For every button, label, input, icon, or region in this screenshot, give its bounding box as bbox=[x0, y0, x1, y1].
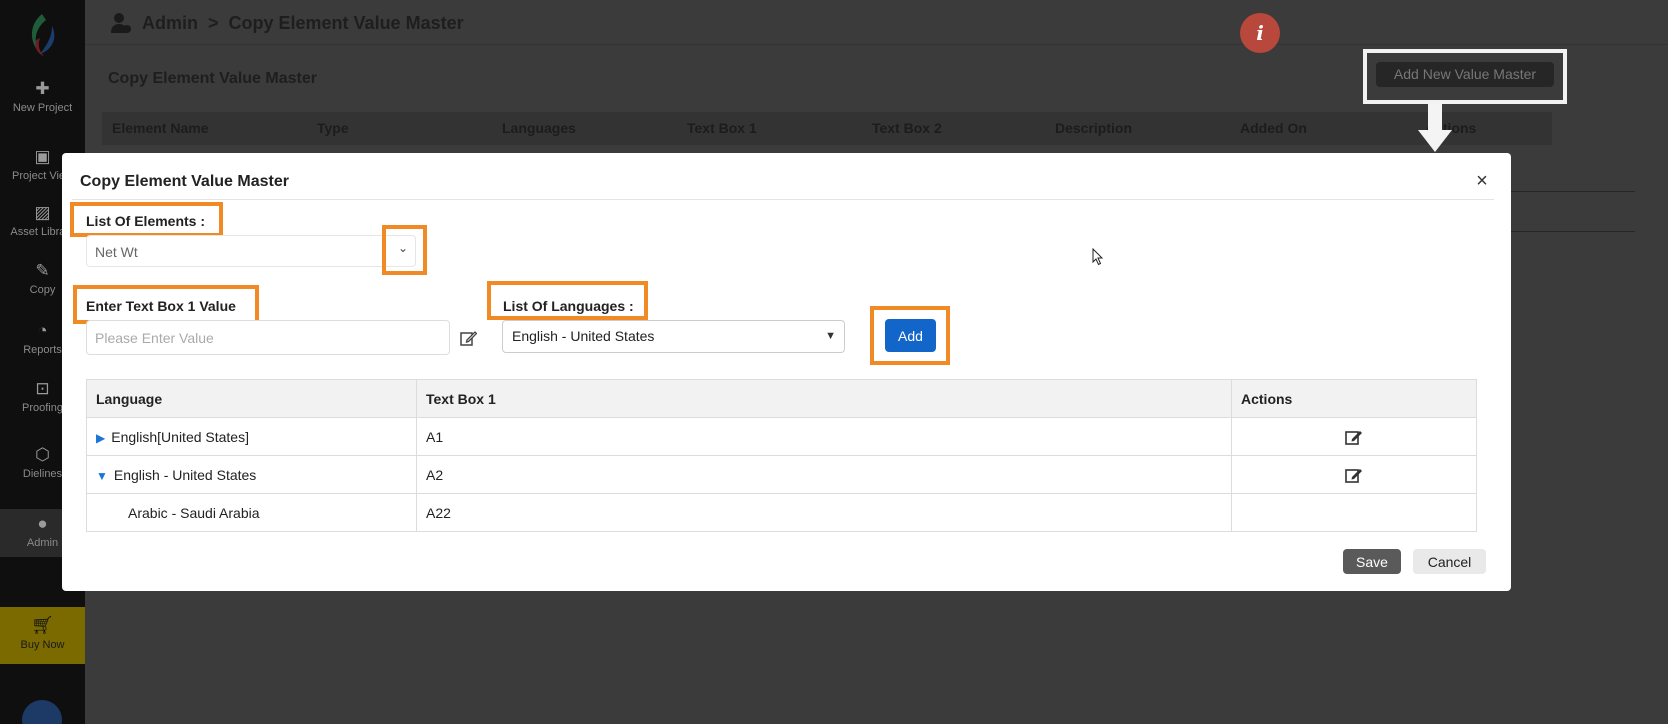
project-view-icon: ▣ bbox=[34, 147, 51, 166]
language-name: English - United States bbox=[113, 466, 257, 483]
row-divider bbox=[1505, 231, 1635, 232]
edit-icon[interactable] bbox=[459, 329, 477, 347]
header-divider bbox=[85, 44, 1668, 45]
actions-cell bbox=[1231, 455, 1477, 494]
column-header: Languages bbox=[502, 120, 576, 136]
actions-cell bbox=[1231, 493, 1477, 532]
mouse-cursor-icon bbox=[1092, 248, 1104, 266]
column-header: Text Box 2 bbox=[872, 120, 942, 136]
column-header-language: Language bbox=[86, 379, 417, 418]
languages-select-value: English - United States bbox=[512, 328, 655, 344]
languages-label: List Of Languages : bbox=[503, 298, 634, 314]
breadcrumb: Admin > Copy Element Value Master bbox=[110, 11, 464, 35]
sidebar-item-label: Reports bbox=[23, 344, 62, 356]
proofing-icon: ⊡ bbox=[35, 379, 50, 398]
column-header: Type bbox=[317, 120, 349, 136]
languages-select[interactable]: English - United States ▼ bbox=[502, 320, 845, 353]
language-values-table: Language Text Box 1 Actions ▶ English[Uni… bbox=[86, 379, 1477, 532]
elements-select[interactable]: Net Wt bbox=[86, 235, 416, 267]
actions-cell bbox=[1231, 417, 1477, 456]
cart-icon: 🛒︎ bbox=[31, 615, 54, 635]
sidebar-item-label: Proofing bbox=[22, 402, 63, 414]
column-header: Text Box 1 bbox=[687, 120, 757, 136]
chevron-down-icon[interactable]: ⌄ bbox=[398, 241, 408, 255]
language-cell: Arabic - Saudi Arabia bbox=[86, 493, 417, 532]
edit-icon: ✎ bbox=[35, 261, 50, 280]
value-cell: A22 bbox=[416, 493, 1232, 532]
pie-chart-icon: ◔ bbox=[37, 321, 48, 340]
elements-label: List Of Elements : bbox=[86, 213, 206, 229]
master-table-header: Element Name Type Languages Text Box 1 T… bbox=[102, 112, 1552, 145]
admin-icon bbox=[111, 13, 131, 33]
add-button[interactable]: Add bbox=[885, 319, 936, 352]
breadcrumb-separator: > bbox=[208, 12, 219, 33]
language-cell: ▶ English[United States] bbox=[86, 417, 417, 456]
column-header-textbox1: Text Box 1 bbox=[416, 379, 1232, 418]
save-button[interactable]: Save bbox=[1343, 549, 1401, 574]
table-header-row: Language Text Box 1 Actions bbox=[86, 379, 1477, 418]
sidebar-item-new-project[interactable]: ✚ New Project bbox=[0, 79, 85, 115]
expand-icon[interactable]: ▶ bbox=[96, 431, 105, 445]
sidebar-item-label: Admin bbox=[26, 537, 59, 549]
cancel-button[interactable]: Cancel bbox=[1413, 549, 1486, 574]
info-icon[interactable]: i bbox=[1240, 13, 1280, 53]
edit-icon[interactable] bbox=[1344, 466, 1364, 484]
value-cell: A1 bbox=[416, 417, 1232, 456]
sidebar-item-label: Dielines bbox=[22, 468, 63, 480]
modal-divider bbox=[72, 199, 1494, 200]
sidebar-item-label: Copy bbox=[29, 284, 56, 296]
table-row: ▼ English - United States A2 bbox=[86, 455, 1477, 494]
row-divider bbox=[1505, 191, 1635, 192]
breadcrumb-root[interactable]: Admin bbox=[142, 13, 198, 34]
modal-title: Copy Element Value Master bbox=[80, 173, 289, 190]
column-header: Description bbox=[1055, 120, 1133, 136]
textbox-label: Enter Text Box 1 Value bbox=[86, 298, 236, 314]
table-row: Arabic - Saudi Arabia A22 bbox=[86, 493, 1477, 532]
app-logo[interactable] bbox=[22, 10, 62, 60]
elements-select-value: Net Wt bbox=[95, 244, 138, 260]
chevron-down-icon: ▼ bbox=[825, 330, 836, 342]
edit-icon[interactable] bbox=[1344, 428, 1364, 446]
admin-icon: ● bbox=[37, 514, 48, 533]
language-cell: ▼ English - United States bbox=[86, 455, 417, 494]
language-name: English[United States] bbox=[111, 428, 249, 445]
chat-launcher[interactable] bbox=[22, 700, 62, 724]
annotation-arrow-head bbox=[1418, 130, 1452, 152]
copy-element-value-modal: Copy Element Value Master × List Of Elem… bbox=[62, 153, 1511, 591]
value-cell: A2 bbox=[416, 455, 1232, 494]
plus-icon: ✚ bbox=[35, 79, 50, 98]
breadcrumb-current: Copy Element Value Master bbox=[228, 12, 464, 33]
column-header: Added On bbox=[1240, 120, 1307, 136]
buy-now-label: Buy Now bbox=[20, 639, 65, 651]
cube-icon: ⬡ bbox=[35, 445, 50, 464]
sidebar-item-label: New Project bbox=[12, 102, 73, 114]
textbox1-input-field[interactable] bbox=[87, 321, 449, 354]
column-header: Element Name bbox=[112, 120, 209, 136]
image-icon: ▨ bbox=[34, 203, 51, 222]
textbox1-input[interactable] bbox=[86, 320, 450, 355]
add-new-value-master-button[interactable]: Add New Value Master bbox=[1376, 62, 1554, 87]
table-row: ▶ English[United States] A1 bbox=[86, 417, 1477, 456]
close-icon[interactable]: × bbox=[1470, 169, 1494, 193]
buy-now-button[interactable]: 🛒︎ Buy Now bbox=[0, 607, 85, 664]
page-title: Copy Element Value Master bbox=[108, 70, 317, 87]
column-header-actions: Actions bbox=[1231, 379, 1477, 418]
collapse-icon[interactable]: ▼ bbox=[96, 469, 108, 483]
